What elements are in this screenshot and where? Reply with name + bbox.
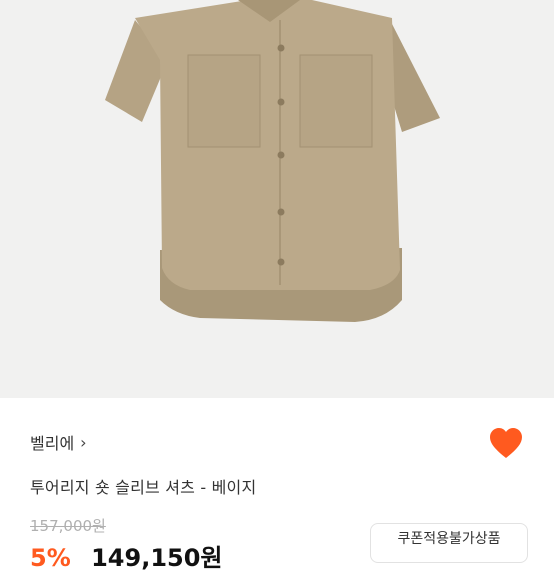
original-price: 157,000원 <box>30 517 106 535</box>
product-image[interactable] <box>0 0 554 398</box>
sale-price: 149,150원 <box>91 544 223 572</box>
product-title: 투어리지 숏 슬리브 셔츠 - 베이지 <box>30 478 257 497</box>
coupon-label: 쿠폰적용불가상품 <box>397 531 501 547</box>
brand-link[interactable]: 벨리에 › <box>30 428 87 456</box>
wishlist-button[interactable] <box>488 426 524 462</box>
brand-name: 벨리에 <box>30 434 75 453</box>
discount-rate: 5% <box>30 544 71 572</box>
coupon-button[interactable]: 쿠폰적용불가상품 <box>370 523 528 563</box>
chevron-right-icon: › <box>80 432 87 452</box>
price-row: 5% 149,150원 <box>30 538 223 573</box>
beige-shirt-photo <box>105 0 440 322</box>
heart-icon <box>490 428 522 458</box>
